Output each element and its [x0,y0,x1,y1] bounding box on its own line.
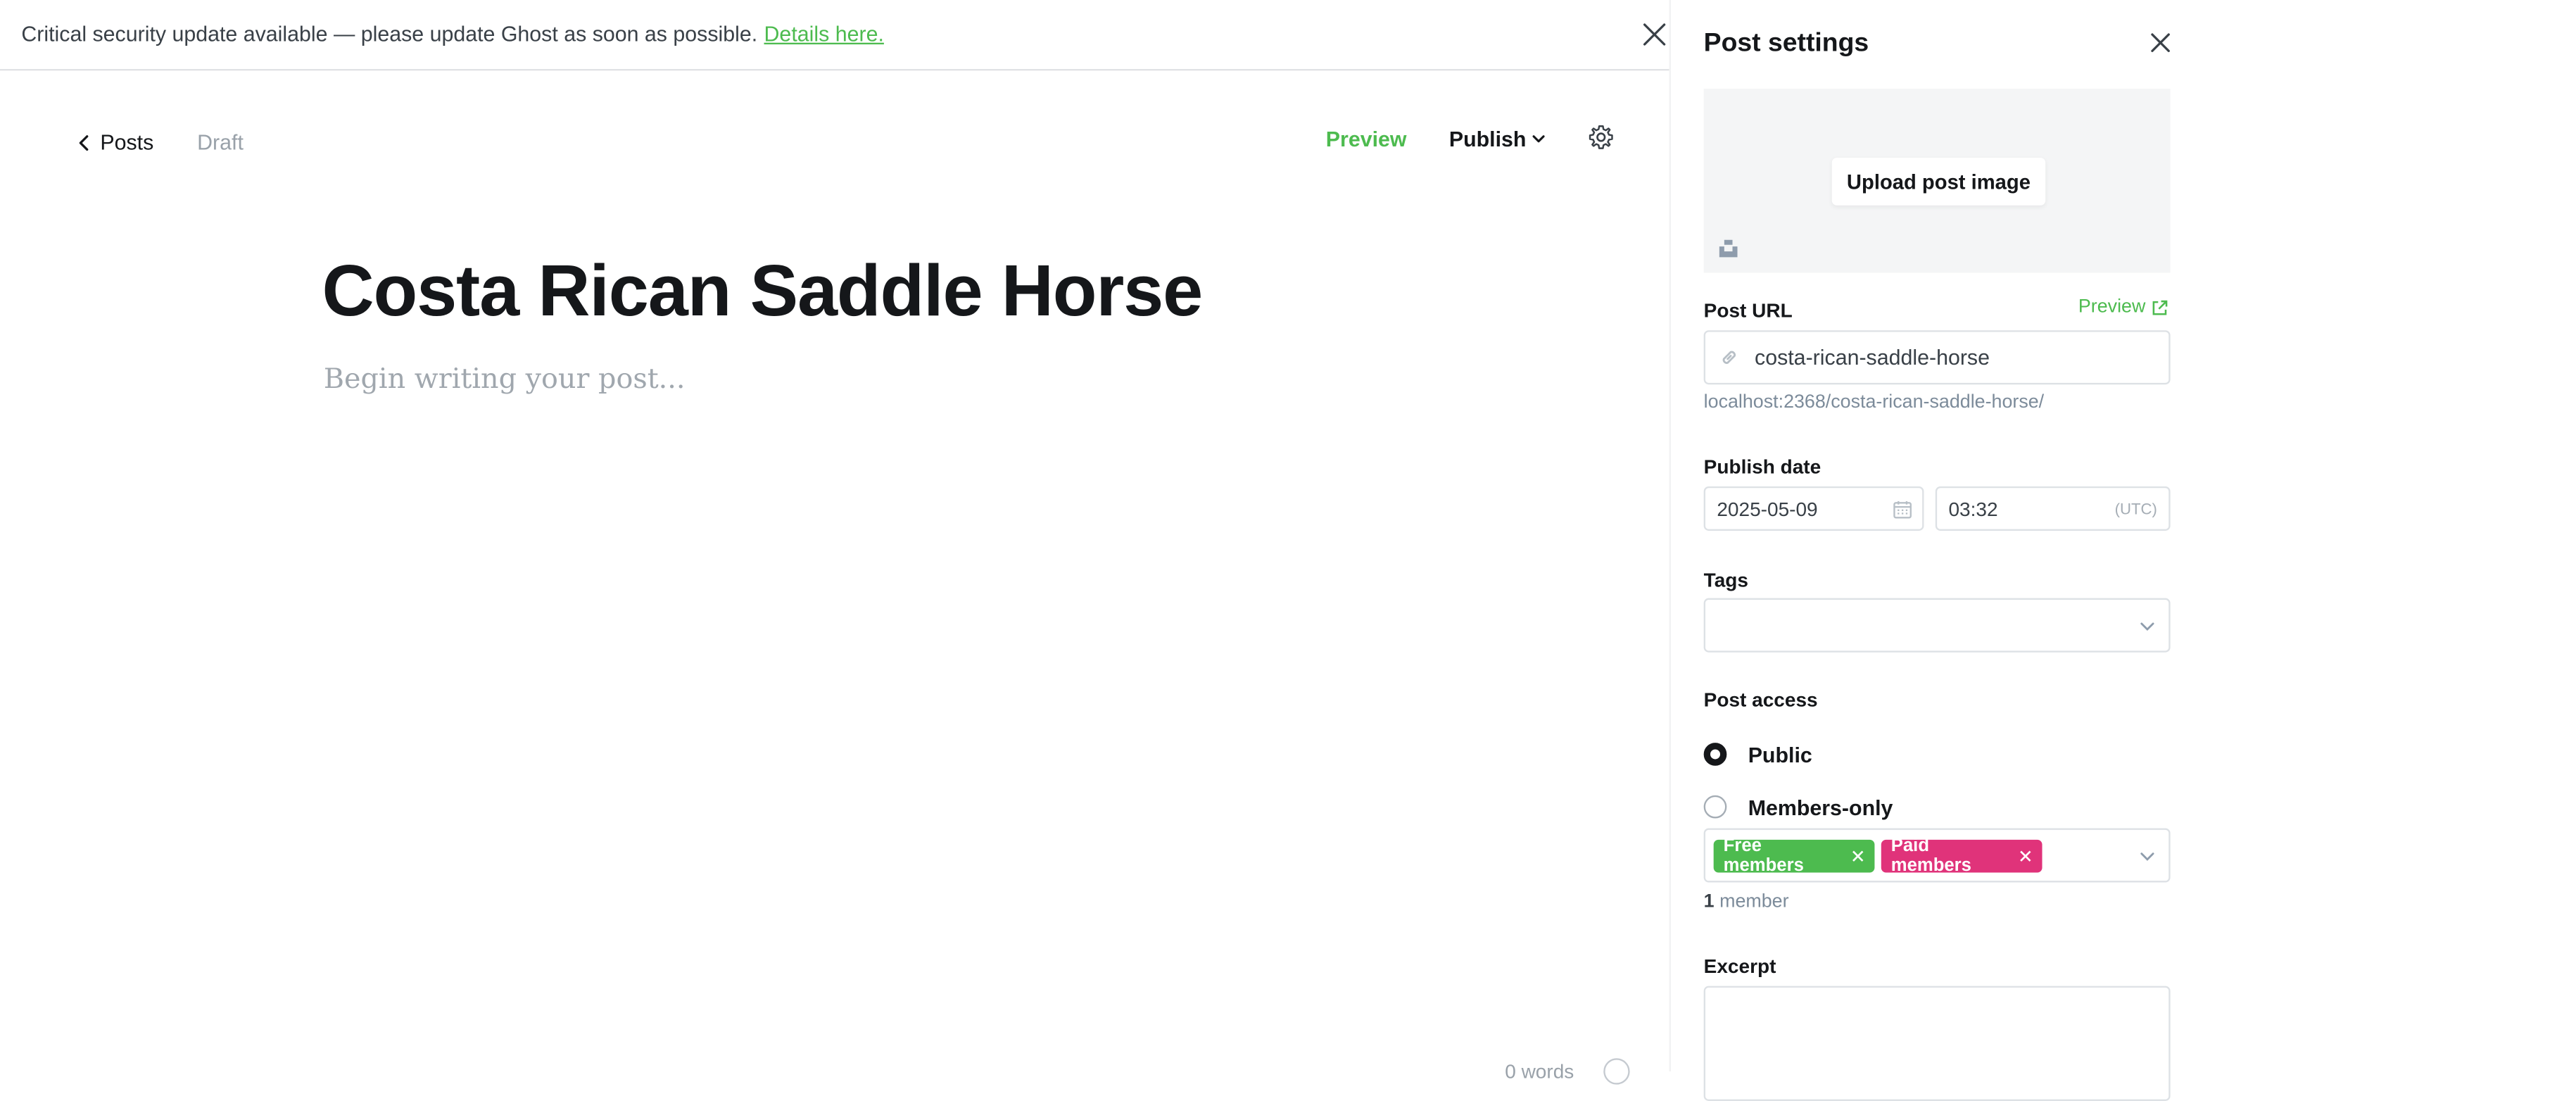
publish-button[interactable]: Publish [1449,127,1546,151]
app-root: Critical security update available — ple… [0,0,2576,1101]
post-status: Draft [197,130,244,155]
post-url-input[interactable]: costa-rican-saddle-horse [1703,330,2171,385]
excerpt-label: Excerpt [1703,955,1776,978]
segment-token-paid: Paid members [1881,836,2043,876]
timezone-label: (UTC) [2114,501,2157,520]
publish-time-value: 03:32 [1948,498,1998,521]
back-to-posts-link[interactable]: Posts [77,130,154,155]
segment-token-label: Free members [1723,836,1804,876]
upload-post-image-button[interactable]: Upload post image [1831,158,2046,206]
publish-date-input[interactable]: 2025-05-09 [1703,486,1924,531]
post-settings-panel: Post settings Upload post image Post URL… [1669,0,2576,1101]
segment-token-label: Paid members [1890,836,1971,876]
url-preview-link[interactable]: Preview [2078,298,2168,317]
radio-public[interactable] [1703,743,1727,766]
member-count-suffix: member [1719,892,1789,912]
publish-time-input[interactable]: 03:32 (UTC) [1935,486,2171,531]
panel-title: Post settings [1703,30,1869,58]
member-count: 1 member [1704,893,1789,912]
publish-label: Publish [1448,126,1527,151]
close-icon[interactable] [1640,20,1669,49]
preview-button[interactable]: Preview [1326,127,1407,151]
update-banner: Critical security update available — ple… [0,0,1669,71]
tags-select[interactable] [1703,598,2171,653]
calendar-icon[interactable] [1893,500,1912,520]
banner-text: Critical security update available — ple… [21,21,884,46]
chevron-down-icon [2140,853,2154,861]
tags-label: Tags [1703,568,1748,592]
publish-date-label: Publish date [1703,455,1821,479]
external-link-icon [2152,299,2168,315]
post-url-slug: costa-rican-saddle-horse [1755,345,1990,370]
post-title[interactable]: Costa Rican Saddle Horse [322,251,1204,334]
feature-image-dropzone[interactable]: Upload post image [1703,89,2171,273]
post-editor: Posts Draft Preview Publish Costa Rican … [0,70,1669,1085]
chevron-left-icon [79,134,89,150]
chevron-down-icon [2140,622,2154,631]
radio-members-only[interactable] [1703,795,1727,819]
radio-members-only-label[interactable]: Members-only [1748,795,1893,820]
unsplash-icon[interactable] [1719,238,1738,258]
url-preview-label: Preview [2078,297,2146,317]
post-body-placeholder[interactable]: Begin writing your post... [324,363,686,396]
member-segment-select[interactable]: Free members Paid members [1703,828,2171,883]
back-label: Posts [100,130,154,155]
banner-message: Critical security update available — ple… [21,21,758,46]
close-icon[interactable] [2147,30,2173,56]
post-full-url: localhost:2368/costa-rican-saddle-horse/ [1703,392,2045,413]
remove-icon[interactable] [1852,850,1864,863]
link-icon [1722,351,1736,364]
segment-token-free: Free members [1713,836,1875,876]
chevron-down-icon [1532,135,1545,143]
remove-icon[interactable] [2020,850,2033,863]
settings-gear-icon[interactable] [1587,123,1615,151]
member-count-number: 1 [1703,892,1715,912]
banner-details-link[interactable]: Details here. [764,21,884,46]
excerpt-textarea[interactable] [1703,986,2171,1101]
post-url-label: Post URL [1703,298,1793,322]
radio-public-label[interactable]: Public [1748,743,1812,767]
publish-date-value: 2025-05-09 [1717,498,1818,521]
post-access-label: Post access [1703,688,1818,712]
